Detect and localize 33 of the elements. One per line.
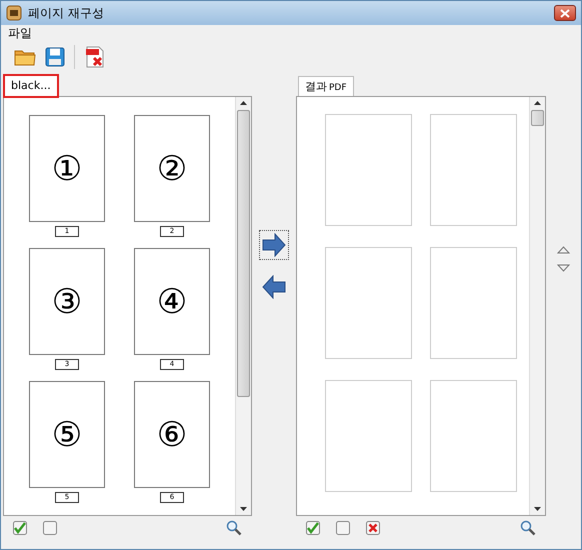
delete-icon[interactable]: [366, 521, 380, 535]
scroll-up-icon[interactable]: [534, 101, 541, 105]
close-icon: [560, 8, 570, 18]
checkbox-checked-icon[interactable]: [13, 521, 27, 535]
page-thumbnail[interactable]: ②: [134, 115, 210, 222]
scroll-down-icon[interactable]: [534, 507, 541, 511]
menu-item[interactable]: 파일: [8, 24, 32, 42]
page-thumbnail[interactable]: ④: [134, 248, 210, 355]
source-tab[interactable]: black...: [3, 74, 59, 98]
page-thumbnail[interactable]: ⑥: [134, 381, 210, 488]
scrollbar-thumb[interactable]: [237, 110, 250, 397]
search-icon[interactable]: [226, 520, 242, 536]
window-title: 페이지 재구성: [28, 4, 105, 22]
page-thumbnail[interactable]: ③: [29, 248, 105, 355]
checkbox-checked-icon[interactable]: [306, 521, 320, 535]
app-icon: [6, 5, 22, 21]
checkbox-icon[interactable]: [43, 521, 57, 535]
move-up-icon[interactable]: [557, 246, 570, 254]
right-arrow-icon: [262, 233, 286, 257]
move-down-icon[interactable]: [557, 264, 570, 272]
scroll-up-icon[interactable]: [240, 101, 247, 105]
close-button[interactable]: [554, 5, 576, 21]
move-right-button[interactable]: [259, 230, 289, 260]
page-thumbnail[interactable]: ①: [29, 115, 105, 222]
scrollbar-thumb[interactable]: [531, 110, 544, 126]
result-tab[interactable]: 결과 PDF: [298, 76, 354, 96]
page-thumbnail[interactable]: ⑤: [29, 381, 105, 488]
checkbox-icon[interactable]: [336, 521, 350, 535]
save-icon[interactable]: [45, 47, 65, 67]
pdf-delete-icon[interactable]: [84, 46, 106, 68]
left-arrow-icon: [262, 275, 286, 299]
scroll-down-icon[interactable]: [240, 507, 247, 511]
search-icon[interactable]: [520, 520, 536, 536]
